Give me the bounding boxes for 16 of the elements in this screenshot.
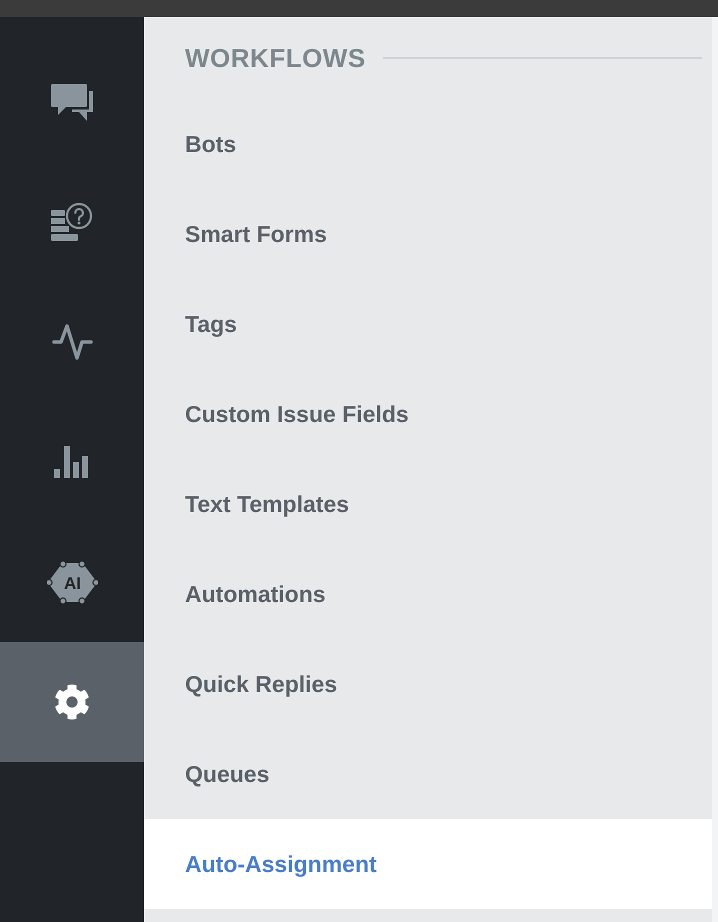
menu-item[interactable]: Bots [144,99,712,189]
pulse-line-icon [52,323,92,361]
menu-item[interactable]: Custom Issue Fields [144,369,712,459]
menu-item[interactable]: Automations [144,549,712,639]
bar-chart-icon [54,446,90,478]
nav-button[interactable] [0,642,144,762]
menu-item[interactable]: Queues [144,729,712,819]
document-question-icon [51,202,93,242]
menu-item[interactable]: Quick Replies [144,639,712,729]
menu-item[interactable]: Text Templates [144,459,712,549]
menu-item[interactable]: Auto-Assignment [144,819,712,909]
gear-icon [54,684,90,720]
section-heading: WORKFLOWS [185,42,366,74]
menu-item[interactable]: Smart Forms [144,189,712,279]
chat-bubbles-icon [51,84,93,120]
menu-item[interactable]: Tags [144,279,712,369]
